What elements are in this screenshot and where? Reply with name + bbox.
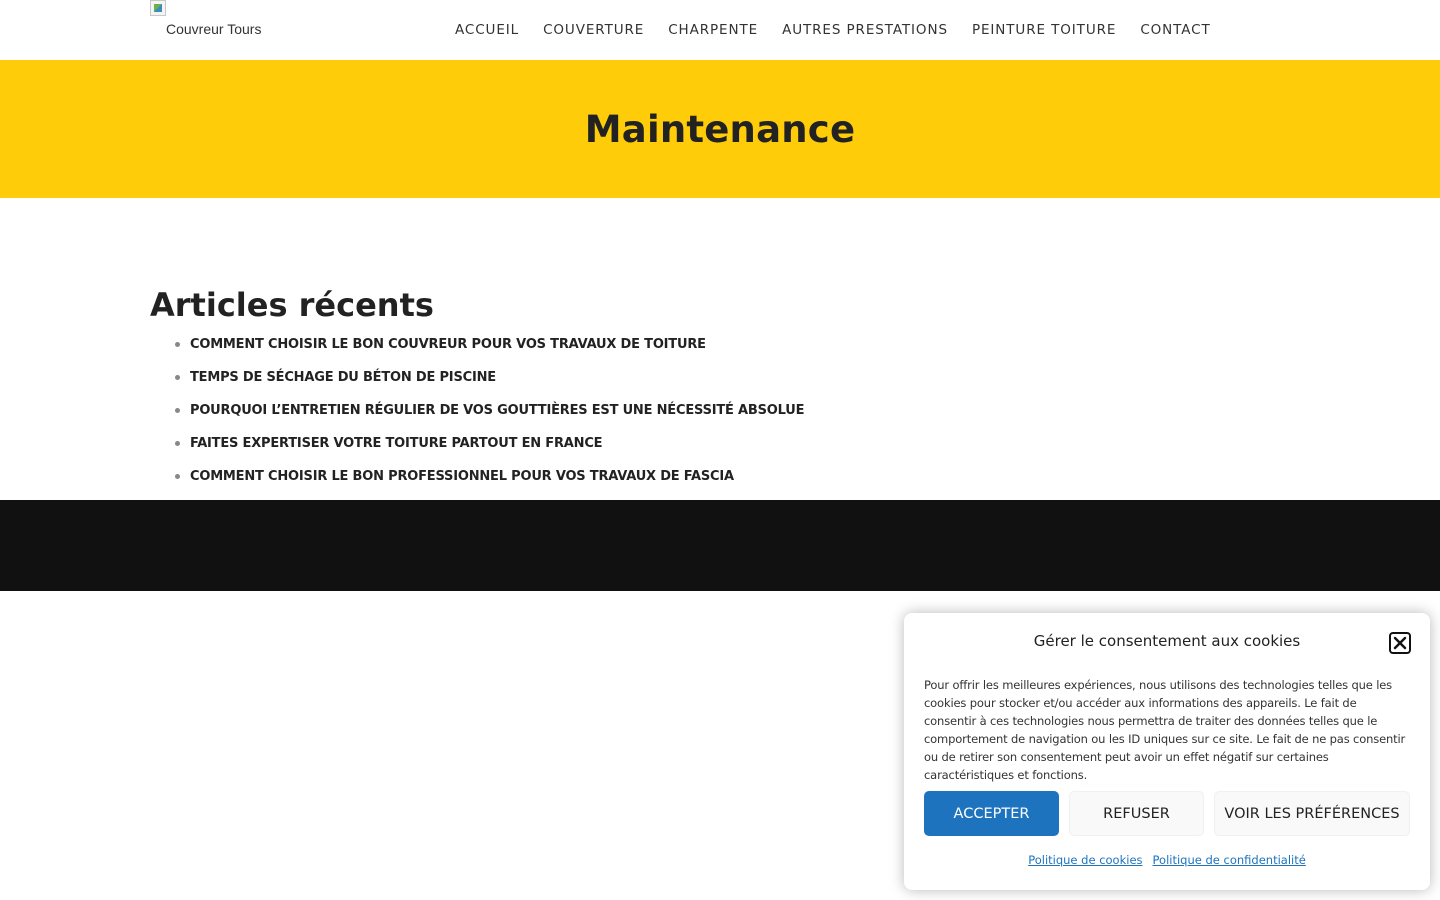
cookie-consent-banner: Gérer le consentement aux cookies Pour o… <box>904 613 1430 890</box>
recent-post-link[interactable]: POURQUOI L’ENTRETIEN RÉGULIER DE VOS GOU… <box>190 403 804 418</box>
accept-button[interactable]: ACCEPTER <box>924 791 1059 836</box>
logo-alt-text: Couvreur Tours <box>166 21 262 37</box>
close-icon[interactable] <box>1389 632 1411 654</box>
view-preferences-button[interactable]: VOIR LES PRÉFÉRENCES <box>1214 791 1410 836</box>
site-logo[interactable]: Couvreur Tours <box>150 0 290 40</box>
recent-post-link[interactable]: FAITES EXPERTISER VOTRE TOITURE PARTOUT … <box>190 436 603 451</box>
close-icon-glyph <box>1393 636 1407 650</box>
cookie-policy-link[interactable]: Politique de cookies <box>1028 853 1142 867</box>
page-hero: Maintenance <box>0 60 1440 198</box>
page-title: Maintenance <box>584 107 856 151</box>
list-item: TEMPS DE SÉCHAGE DU BÉTON DE PISCINE <box>150 367 1050 400</box>
recent-post-link[interactable]: TEMPS DE SÉCHAGE DU BÉTON DE PISCINE <box>190 370 496 385</box>
cookie-banner-text: Pour offrir les meilleures expériences, … <box>924 678 1406 782</box>
broken-image-icon <box>150 0 166 16</box>
cookie-banner-title: Gérer le consentement aux cookies <box>1033 632 1301 650</box>
recent-post-link[interactable]: COMMENT CHOISIR LE BON COUVREUR POUR VOS… <box>190 337 706 352</box>
nav-item-charpente[interactable]: CHARPENTE <box>656 22 770 38</box>
recent-posts-widget: Articles récents COMMENT CHOISIR LE BON … <box>150 282 1050 499</box>
list-item: POURQUOI L’ENTRETIEN RÉGULIER DE VOS GOU… <box>150 400 1050 433</box>
deny-button[interactable]: REFUSER <box>1069 791 1204 836</box>
nav-item-couverture[interactable]: COUVERTURE <box>531 22 656 38</box>
nav-item-contact[interactable]: CONTACT <box>1128 22 1222 38</box>
nav-item-accueil[interactable]: ACCUEIL <box>443 22 531 38</box>
site-footer <box>0 500 1440 591</box>
list-item: COMMENT CHOISIR LE BON PROFESSIONNEL POU… <box>150 466 1050 499</box>
recent-post-link[interactable]: COMMENT CHOISIR LE BON PROFESSIONNEL POU… <box>190 469 734 484</box>
main-nav: ACCUEIL COUVERTURE CHARPENTE AUTRES PRES… <box>443 0 1223 60</box>
nav-item-autres-prestations[interactable]: AUTRES PRESTATIONS <box>770 22 960 38</box>
recent-posts-title: Articles récents <box>150 286 434 324</box>
nav-item-peinture-toiture[interactable]: PEINTURE TOITURE <box>960 22 1128 38</box>
list-item: COMMENT CHOISIR LE BON COUVREUR POUR VOS… <box>150 334 1050 367</box>
cookie-policy-links: Politique de cookies Politique de confid… <box>904 853 1430 867</box>
site-header: Couvreur Tours ACCUEIL COUVERTURE CHARPE… <box>0 0 1440 60</box>
privacy-policy-link[interactable]: Politique de confidentialité <box>1153 853 1306 867</box>
recent-posts-list: COMMENT CHOISIR LE BON COUVREUR POUR VOS… <box>150 334 1050 499</box>
list-item: FAITES EXPERTISER VOTRE TOITURE PARTOUT … <box>150 433 1050 466</box>
